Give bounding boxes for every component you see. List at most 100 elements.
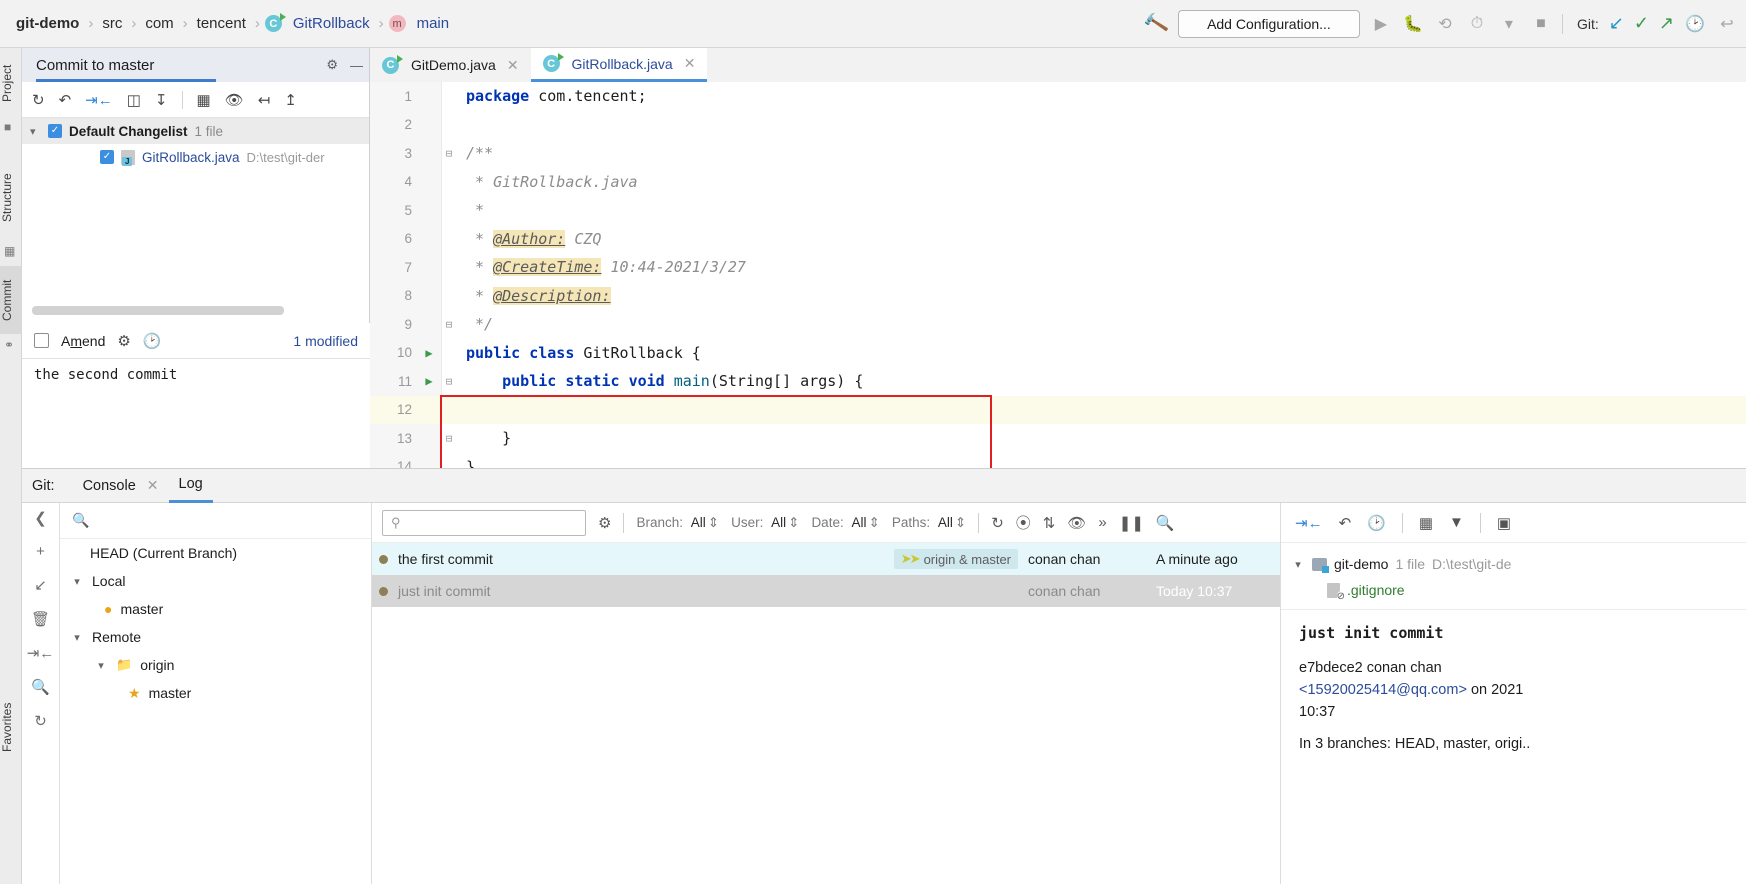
rollback-icon[interactable]: ↩ <box>1716 14 1738 34</box>
branch-folder-origin[interactable]: ▾ 📁 origin <box>60 651 371 679</box>
tab-log[interactable]: Log <box>168 469 213 503</box>
sidebar-item-project[interactable]: Project <box>0 52 22 114</box>
close-icon[interactable]: ✕ <box>507 57 519 74</box>
preview-icon[interactable]: ▣ <box>1497 514 1511 532</box>
branch-item-head[interactable]: HEAD (Current Branch) <box>60 539 371 567</box>
sidebar-item-commit[interactable]: Commit <box>0 266 22 334</box>
close-icon[interactable]: ✕ <box>684 55 696 72</box>
history-clock-icon[interactable]: 🕑 <box>1684 14 1706 34</box>
debug-icon[interactable]: 🐛 <box>1402 14 1424 34</box>
changelist-checkbox[interactable]: ✓ <box>48 124 62 138</box>
sidebar-item-favorites[interactable]: Favorites <box>0 688 22 766</box>
show-details-icon[interactable]: 👁 <box>1067 514 1086 532</box>
run-gutter-icon[interactable]: ▶ <box>416 374 442 388</box>
sort-icon[interactable]: ⇅ <box>1043 514 1056 532</box>
chevron-down-icon[interactable]: ▾ <box>1291 558 1305 571</box>
code-line[interactable]: 8 * @Description: <box>370 282 1746 311</box>
stop-icon[interactable]: ■ <box>1530 15 1552 33</box>
favorite-star-icon[interactable]: ★ <box>128 685 141 702</box>
breadcrumb-item-class[interactable]: GitRollback <box>289 15 374 32</box>
detail-email-link[interactable]: <15920025414@qq.com> <box>1299 682 1467 698</box>
minimize-icon[interactable]: — <box>350 58 363 73</box>
commit-row[interactable]: the first commit ➤➤ origin & master cona… <box>372 543 1280 575</box>
commit-checkmark-icon[interactable]: ✓ <box>1634 13 1649 34</box>
tab-gitrollback-java[interactable]: C GitRollback.java ✕ <box>530 48 708 82</box>
code-line[interactable]: 2 <box>370 111 1746 140</box>
add-configuration-button[interactable]: Add Configuration... <box>1177 9 1360 38</box>
group-by-icon[interactable]: ▦ <box>1419 514 1433 532</box>
shelve-icon[interactable]: ↧ <box>155 91 168 109</box>
chevron-down-icon[interactable]: ▾ <box>70 631 84 644</box>
push-arrow-icon[interactable]: ↗ <box>1659 13 1674 34</box>
filter-user[interactable]: User: All ⇕ <box>731 515 799 531</box>
build-hammer-icon[interactable]: 🔨 <box>1142 9 1171 38</box>
fold-icon[interactable]: ⊟ <box>442 147 456 160</box>
detail-root-row[interactable]: ▾ git-demo 1 file D:\test\git-de <box>1291 551 1746 577</box>
close-icon[interactable]: ✕ <box>147 477 159 494</box>
breadcrumb-item-project[interactable]: git-demo <box>12 15 83 32</box>
run-icon[interactable]: ▶ <box>1370 14 1392 34</box>
breadcrumb-item-src[interactable]: src <box>98 15 126 32</box>
refresh-icon[interactable]: ↻ <box>991 514 1004 532</box>
rollback-icon[interactable]: ↶ <box>1339 514 1352 532</box>
code-editor[interactable]: 1 package com.tencent; 2 3 ⊟ /** 4 * GitRollba… <box>370 82 1746 468</box>
code-line[interactable]: 3 ⊟ /** <box>370 139 1746 168</box>
message-history-icon[interactable]: 🕑 <box>143 332 162 350</box>
log-settings-gear-icon[interactable]: ⚙ <box>598 514 611 532</box>
chevron-down-icon[interactable]: ▾ <box>1498 14 1520 34</box>
sidebar-item-structure[interactable]: Structure <box>0 158 22 238</box>
merge-icon[interactable]: ⇥← <box>27 644 55 662</box>
commit-options-gear-icon[interactable]: ⚙ <box>117 332 130 350</box>
filter-date[interactable]: Date: All ⇕ <box>811 515 879 531</box>
run-gutter-icon[interactable]: ▶ <box>416 346 442 360</box>
delete-icon[interactable]: 🗑 <box>31 610 50 628</box>
search-icon[interactable]: 🔍 <box>1156 514 1175 532</box>
run-with-coverage-icon[interactable]: ⟲ <box>1434 14 1456 34</box>
branch-group-local[interactable]: ▾ Local <box>60 567 371 595</box>
code-line[interactable]: 10 ▶ public class GitRollback { <box>370 339 1746 368</box>
breadcrumb-item-method[interactable]: main <box>413 15 454 32</box>
fold-icon[interactable]: ⊟ <box>442 375 456 388</box>
chevron-down-icon[interactable]: ▾ <box>94 659 108 672</box>
commit-message-input[interactable]: the second commit <box>22 359 370 469</box>
back-arrow-icon[interactable]: ❮ <box>34 509 47 527</box>
collapse-all-icon[interactable]: ↥ <box>284 91 297 109</box>
code-line[interactable]: 12 <box>370 395 1746 424</box>
filter-icon[interactable]: ▼ <box>1449 514 1464 531</box>
code-line[interactable]: 6 * @Author: CZQ <box>370 225 1746 254</box>
breadcrumb-item-tencent[interactable]: tencent <box>193 15 250 32</box>
group-by-icon[interactable]: ▦ <box>197 91 211 109</box>
more-icon[interactable]: » <box>1098 514 1106 531</box>
branch-group-remote[interactable]: ▾ Remote <box>60 623 371 651</box>
commit-row[interactable]: just init commit conan chan Today 10:37 <box>372 575 1280 607</box>
code-line[interactable]: 4 * GitRollback.java <box>370 168 1746 197</box>
settings-gear-icon[interactable]: ⚙ <box>326 57 338 73</box>
fold-icon[interactable]: ⊟ <box>442 432 456 445</box>
collapse-icon[interactable]: ⇥← <box>85 91 113 109</box>
changelist-row[interactable]: ▾ ✓ Default Changelist 1 file <box>22 118 369 144</box>
file-checkbox[interactable]: ✓ <box>100 150 114 164</box>
tab-gitdemo-java[interactable]: C GitDemo.java ✕ <box>370 48 531 82</box>
chevron-down-icon[interactable]: ▾ <box>70 575 84 588</box>
amend-checkbox[interactable] <box>34 333 49 348</box>
refresh-icon[interactable]: ↻ <box>32 91 45 109</box>
horizontal-scrollbar[interactable] <box>32 306 284 315</box>
fold-icon[interactable]: ⊟ <box>442 318 456 331</box>
update-project-icon[interactable]: ↙ <box>1609 13 1624 34</box>
code-line[interactable]: 13 ⊟ } <box>370 424 1746 453</box>
preview-icon[interactable]: 👁 <box>225 91 244 109</box>
code-line[interactable]: 9 ⊟ */ <box>370 310 1746 339</box>
pause-icon[interactable]: ❚❚ <box>1119 514 1144 532</box>
filter-branch[interactable]: Branch: All ⇕ <box>636 515 719 531</box>
breadcrumb-item-com[interactable]: com <box>141 15 177 32</box>
collapse-icon[interactable]: ⇥← <box>1295 514 1323 532</box>
branch-search-input[interactable]: 🔍 <box>60 503 371 539</box>
commit-ref-badge[interactable]: ➤➤ origin & master <box>893 549 1018 569</box>
diff-icon[interactable]: ◫ <box>127 91 141 109</box>
refresh-icon[interactable]: ↻ <box>34 712 47 730</box>
code-line[interactable]: 1 package com.tencent; <box>370 82 1746 111</box>
code-line[interactable]: 5 * <box>370 196 1746 225</box>
modified-count-link[interactable]: 1 modified <box>293 333 358 349</box>
search-icon[interactable]: 🔍 <box>31 678 50 696</box>
chevron-down-icon[interactable]: ▾ <box>30 125 36 138</box>
